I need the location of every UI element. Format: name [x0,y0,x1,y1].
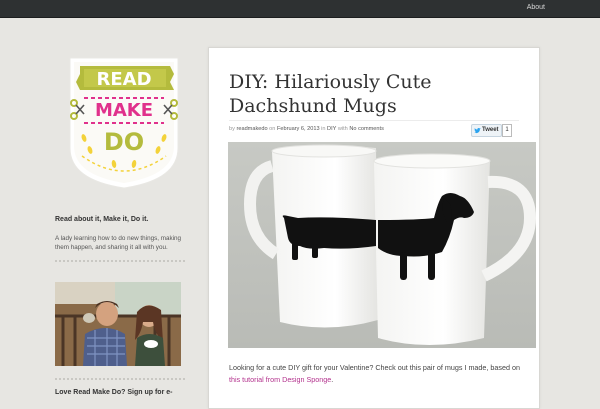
meta-with: with [337,126,348,132]
site-logo[interactable]: READ MAKE DO [62,52,186,190]
post-body: Looking for a cute DIY gift for your Val… [229,362,529,386]
post-body-end: . [331,375,334,384]
tweet-label: Tweet [482,127,499,133]
logo-word-read: READ [96,69,151,90]
author-photo-image [55,282,181,366]
post-body-text: Looking for a cute DIY gift for your Val… [229,363,520,372]
dachshund-mugs-photo [228,142,536,348]
blog-post: DIY: Hilariously Cute Dachshund Mugs by … [208,47,540,409]
signup-heading: Love Read Make Do? Sign up for e- [55,389,173,396]
meta-category-link[interactable]: DIY [327,126,336,132]
sidebar-divider [55,260,185,262]
post-image-mugs[interactable] [228,142,536,348]
meta-in: in [321,126,326,132]
author-photo[interactable] [55,282,181,366]
tweet-button[interactable]: Tweet [471,124,502,137]
post-meta: by readmakedo on February 6, 2013 in DIY… [229,126,384,132]
meta-comments-link[interactable]: No comments [349,126,384,132]
logo-word-make: MAKE [95,100,153,121]
title-divider [229,120,519,121]
nav-about-link[interactable]: About [527,4,545,11]
logo-word-do: DO [104,128,144,156]
logo-graphic: READ MAKE DO [69,57,179,189]
sidebar-divider-2 [55,378,185,380]
meta-date: February 6, 2013 [276,126,320,132]
top-nav-bar: About [0,0,600,18]
meta-on: on [269,126,276,132]
twitter-bird-icon [474,127,481,133]
tutorial-link[interactable]: this tutorial from Design Sponge [229,375,331,384]
tagline-text: A lady learning how to do new things, ma… [55,235,182,251]
tagline-heading: Read about it, Make it, Do it. [55,216,149,223]
post-title[interactable]: DIY: Hilariously Cute Dachshund Mugs [229,70,529,118]
meta-by: by [229,126,235,132]
tweet-count: 1 [502,124,512,137]
meta-author-link[interactable]: readmakedo [236,126,267,132]
